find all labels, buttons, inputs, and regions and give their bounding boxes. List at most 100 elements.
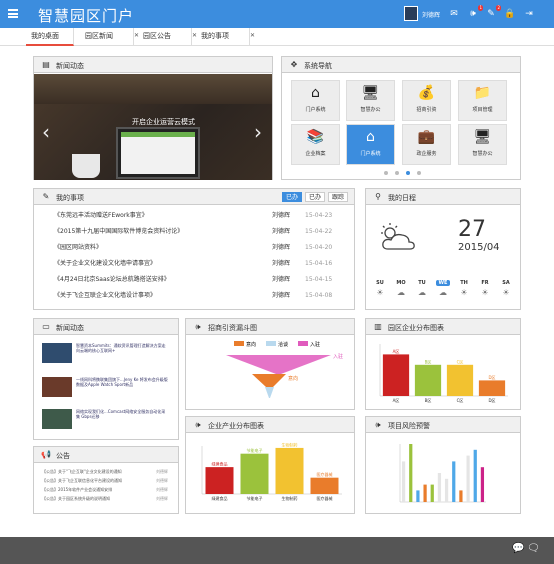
cloud-icon: ☁	[439, 288, 447, 297]
weekday-we[interactable]: WE ☁	[436, 280, 450, 297]
todo-panel: ✎ 我的事项 已办 已办 跟踪 《东莞远丰活动赠送FEwork事宜》 刘德辉 15-…	[33, 188, 355, 310]
pager-dot[interactable]	[395, 171, 399, 175]
nav-tile-office[interactable]: 🖥 智慧办公	[346, 80, 395, 121]
news-item[interactable]: 智慧资本Summits：通软资讯管理打造解决方案走向云端的核心互联网+	[42, 343, 168, 365]
todo-row[interactable]: 《关于企业文化建设文化墙申请事宜》 刘德辉 15-04-16	[54, 257, 342, 271]
nav-tile-office-2[interactable]: 🖥 智慧办公	[458, 124, 507, 165]
notice-text[interactable]: 【公告】关于飞企互联信息化平台建设的通知	[42, 478, 122, 483]
notice-text[interactable]: 【公告】2015年软件产业会议通知安排	[42, 487, 112, 492]
tab-park-notice[interactable]: 园区公告 ✕	[138, 28, 197, 46]
todo-owner: 刘德辉	[272, 276, 291, 283]
logout-icon[interactable]: ⇥	[523, 8, 535, 20]
weekday-tu[interactable]: TU ☁	[415, 280, 429, 297]
pager-dot[interactable]	[384, 171, 388, 175]
nav-tile-projects[interactable]: 📁 项目管理	[458, 80, 507, 121]
data-label-医疗器械: 医疗器械	[317, 471, 333, 477]
slide-caption: 开启企业运营云模式	[132, 118, 195, 126]
close-icon[interactable]: ✕	[250, 27, 255, 44]
nav-tile-portal[interactable]: ⌂ 门户系统	[291, 80, 340, 121]
panel-title: 新闻动态	[56, 324, 84, 332]
todo-title[interactable]: 《4月24日北京Saas论坛总航路搭送安排》	[54, 273, 170, 287]
panel-title: 我的日程	[388, 194, 416, 202]
sun-icon: ☀	[376, 288, 384, 297]
panel-title: 公告	[56, 452, 70, 460]
funnel-segment-talks	[265, 387, 274, 398]
weekday-label: TU	[418, 280, 426, 286]
done-button[interactable]: 已办	[282, 192, 303, 202]
weekday-su[interactable]: SU ☀	[373, 280, 387, 297]
compass-icon: ✥	[290, 60, 298, 69]
nav-tile-portal-selected[interactable]: ⌂ 门户系统	[346, 124, 395, 165]
tick-label-绿建食品: 绿建食品	[212, 495, 228, 501]
panel-header: ✎ 我的事项 已办 已办 跟踪	[34, 189, 354, 205]
avatar[interactable]	[404, 6, 418, 21]
todo-row[interactable]: 《关于飞企互联企业文化墙设计事项》 刘德辉 15-04-08	[54, 289, 342, 303]
tick-label-B区: B区	[425, 398, 432, 403]
todo-title[interactable]: 《东莞远丰活动赠送FEwork事宜》	[54, 209, 148, 223]
weekday-fr[interactable]: FR ☀	[478, 280, 492, 297]
weekday-th[interactable]: TH ☀	[457, 280, 471, 297]
news-text[interactable]: 网络实现我们化...Comcast网络安全服务自动化采集 Gbps迁移	[76, 409, 168, 419]
todo-date: 15-04-20	[305, 244, 333, 251]
todo-row[interactable]: 《园区网站资料》 刘德辉 15-04-20	[54, 241, 342, 255]
tile-label: 企业档案	[305, 151, 326, 157]
weekday-label: SA	[502, 280, 510, 286]
notice-row[interactable]: 【公告】关于园区系统升级的说明通知 刘德辉	[42, 495, 168, 502]
legend-intent: 意向	[246, 341, 256, 348]
news-item[interactable]: 一线网科将携联集团旗下...Jeny Ke 将发布会升级版数据及Apple Wa…	[42, 377, 168, 399]
news-item[interactable]: 网络实现我们化...Comcast网络安全服务自动化采集 Gbps迁移	[42, 409, 168, 431]
user-name[interactable]: 刘德辉	[422, 10, 440, 19]
comments-icon[interactable]: 🗨	[527, 543, 540, 554]
todo-title[interactable]: 《关于飞企互联企业文化墙设计事项》	[54, 289, 156, 303]
nav-tile-investment[interactable]: 💰 招商引资	[402, 80, 451, 121]
nav-tile-gov-services[interactable]: 💼 政企服务	[402, 124, 451, 165]
news-thumbnail	[42, 343, 72, 363]
notice-row[interactable]: 【公告】关于"飞企互联"企业文化建设的通知 刘德辉	[42, 468, 168, 475]
newspaper-icon: ▤	[42, 60, 50, 69]
notice-row[interactable]: 【公告】关于飞企互联信息化平台建设的通知 刘德辉	[42, 477, 168, 484]
data-label-D区: D区	[488, 375, 495, 380]
tab-label: 我的事项	[201, 32, 229, 40]
chevron-left-icon[interactable]: ‹	[42, 122, 50, 142]
tile-label: 智慧办公	[472, 151, 493, 157]
done-button-2[interactable]: 已办	[305, 192, 326, 202]
volume-icon[interactable]: 🕪 1	[467, 5, 483, 20]
monitor-icon: 🖥	[473, 129, 492, 145]
lock-icon[interactable]: 🔒	[504, 8, 516, 20]
todo-title[interactable]: 《关于企业文化建设文化墙申请事宜》	[54, 257, 156, 271]
panel-title: 园区企业分布图表	[388, 324, 444, 332]
weekday-sa[interactable]: SA ☀	[499, 280, 513, 297]
bar-医疗器械	[310, 477, 339, 494]
weekday-mo[interactable]: MO ☁	[394, 280, 408, 297]
menu-icon[interactable]	[8, 9, 18, 18]
todo-title[interactable]: 《园区网站资料》	[54, 241, 102, 255]
tab-park-news[interactable]: 园区新闻 ✕	[80, 28, 139, 46]
news-text[interactable]: 一线网科将携联集团旗下...Jeny Ke 将发布会升级版数据及Apple Wa…	[76, 377, 168, 387]
todo-row[interactable]: 《东莞远丰活动赠送FEwork事宜》 刘德辉 15-04-23	[54, 209, 342, 223]
money-bag-icon: 💰	[417, 85, 436, 101]
chat-icon[interactable]: 💬	[512, 543, 524, 554]
track-button[interactable]: 跟踪	[328, 192, 349, 202]
bar-10	[466, 455, 470, 502]
small-news-panel: ▭ 新闻动态 智慧资本Summits：通软资讯管理打造解决方案走向云端的核心互联…	[33, 318, 179, 440]
message-icon[interactable]: ✎ 2	[485, 5, 501, 20]
tab-my-desktop[interactable]: 我的桌面	[26, 28, 74, 46]
notice-text[interactable]: 【公告】关于园区系统升级的说明通知	[42, 496, 110, 501]
pager-dot-active[interactable]	[406, 171, 410, 175]
todo-title[interactable]: 《2015第十九届中国国际软件博览会资料讨论》	[54, 225, 183, 239]
pager-dot[interactable]	[417, 171, 421, 175]
notice-text[interactable]: 【公告】关于"飞企互联"企业文化建设的通知	[42, 469, 122, 474]
nav-tile-archives[interactable]: 📚 企业档案	[291, 124, 340, 165]
chevron-right-icon[interactable]: ›	[254, 122, 262, 142]
news-slide[interactable]: 开启企业运营云模式 ‹ ›	[34, 74, 272, 180]
todo-row[interactable]: 《4月24日北京Saas论坛总航路搭送安排》 刘德辉 15-04-15	[54, 273, 342, 287]
tab-my-items[interactable]: 我的事项 ✕	[196, 28, 255, 46]
notice-author: 刘德辉	[156, 487, 168, 492]
todo-row[interactable]: 《2015第十九届中国国际软件博览会资料讨论》 刘德辉 15-04-22	[54, 225, 342, 239]
sun-icon: ☀	[502, 288, 510, 297]
data-label-C区: C区	[457, 359, 464, 364]
translate-icon[interactable]: ✉	[448, 8, 460, 20]
news-text[interactable]: 智慧资本Summits：通软资讯管理打造解决方案走向云端的核心互联网+	[76, 343, 168, 353]
tab-bar: 我的桌面 园区新闻 ✕ 园区公告 ✕ 我的事项 ✕	[0, 28, 554, 46]
notice-row[interactable]: 【公告】2015年软件产业会议通知安排 刘德辉	[42, 486, 168, 493]
